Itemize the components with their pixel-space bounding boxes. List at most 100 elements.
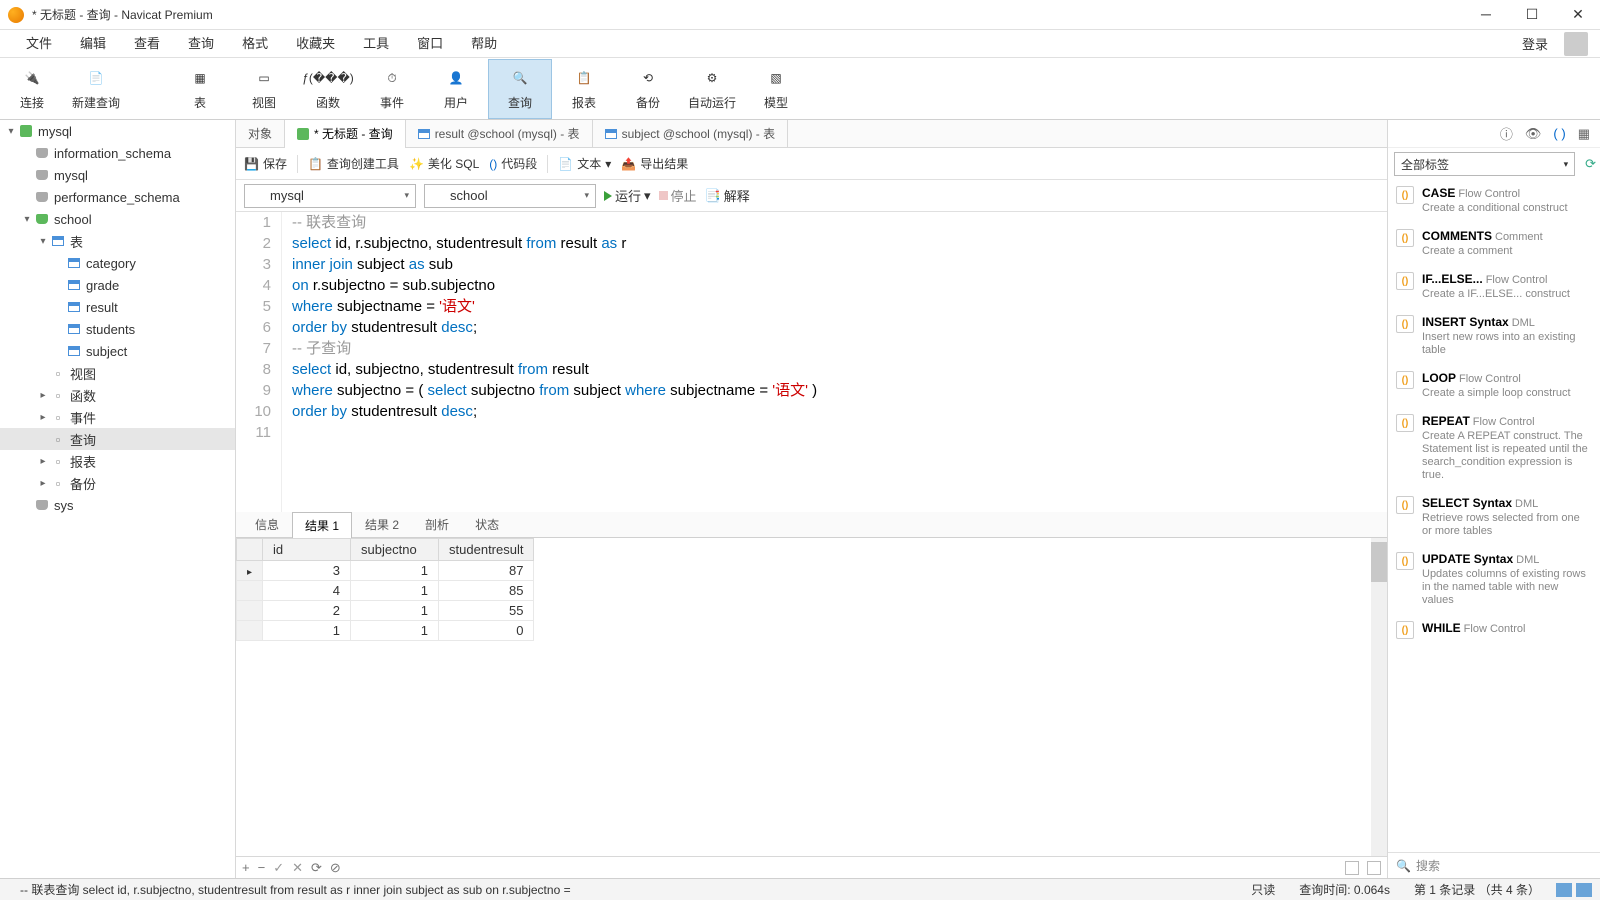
column-header[interactable]: id: [263, 539, 351, 561]
refresh-button[interactable]: ⟳: [311, 860, 322, 876]
menu-item[interactable]: 文件: [12, 30, 66, 58]
snippet-item[interactable]: () LOOPFlow Control Create a simple loop…: [1388, 365, 1600, 408]
tree-item[interactable]: ▸▫事件: [0, 406, 235, 428]
tree-item[interactable]: ▾school: [0, 208, 235, 230]
toolbar-plug[interactable]: 🔌连接: [0, 59, 64, 119]
tree-item[interactable]: students: [0, 318, 235, 340]
result-tab[interactable]: 状态: [462, 511, 512, 537]
form-view-icon[interactable]: [1367, 861, 1381, 875]
connection-dropdown[interactable]: mysql▾: [244, 184, 416, 208]
braces-icon[interactable]: ( ): [1553, 126, 1565, 141]
document-tab[interactable]: subject @school (mysql) - 表: [593, 120, 789, 148]
result-tab[interactable]: 结果 2: [352, 511, 412, 537]
tree-item[interactable]: ▸▫函数: [0, 384, 235, 406]
maximize-button[interactable]: ☐: [1518, 6, 1546, 23]
menu-item[interactable]: 窗口: [403, 30, 457, 58]
table-row[interactable]: 3187: [237, 561, 534, 581]
snippet-item[interactable]: () UPDATE SyntaxDML Updates columns of e…: [1388, 546, 1600, 615]
snippet-item[interactable]: () IF...ELSE...Flow Control Create a IF.…: [1388, 266, 1600, 309]
cancel-button[interactable]: ✕: [292, 860, 303, 876]
document-tab[interactable]: * 无标题 - 查询: [285, 120, 406, 148]
toolbar-auto[interactable]: ⚙自动运行: [680, 59, 744, 119]
stop-button[interactable]: 停止: [659, 186, 697, 205]
tree-item[interactable]: category: [0, 252, 235, 274]
table-row[interactable]: 110: [237, 621, 534, 641]
login-button[interactable]: 登录: [1512, 34, 1558, 53]
connection-tree[interactable]: ▾mysqlinformation_schemamysqlperformance…: [0, 120, 236, 878]
stop-button[interactable]: ⊘: [330, 860, 341, 876]
apply-button[interactable]: ✓: [273, 860, 284, 876]
toolbar-query[interactable]: 🔍查询: [488, 59, 552, 119]
toolbar-table[interactable]: ▦表: [168, 59, 232, 119]
result-tab[interactable]: 剖析: [412, 511, 462, 537]
eye-icon[interactable]: 👁: [1525, 126, 1542, 142]
snippet-item[interactable]: () INSERT SyntaxDML Insert new rows into…: [1388, 309, 1600, 365]
toolbar-clock[interactable]: ⏱事件: [360, 59, 424, 119]
column-header[interactable]: studentresult: [439, 539, 534, 561]
close-button[interactable]: ✕: [1564, 6, 1592, 23]
tree-item[interactable]: ▾表: [0, 230, 235, 252]
tree-item[interactable]: grade: [0, 274, 235, 296]
tag-filter-dropdown[interactable]: 全部标签▾: [1394, 152, 1575, 176]
snippet-item[interactable]: () COMMENTSComment Create a comment: [1388, 223, 1600, 266]
menu-item[interactable]: 工具: [349, 30, 403, 58]
toolbar-report[interactable]: 📋报表: [552, 59, 616, 119]
save-button[interactable]: 💾 保存: [244, 155, 287, 172]
tree-item[interactable]: sys: [0, 494, 235, 516]
statusbar-panel-right-icon[interactable]: [1576, 883, 1592, 897]
toolbar-new-query[interactable]: 📄新建查询: [64, 59, 128, 119]
vertical-scrollbar[interactable]: [1371, 538, 1387, 856]
code-content[interactable]: -- 联表查询select id, r.subjectno, studentre…: [282, 212, 817, 512]
explain-button[interactable]: 📑 解释: [705, 186, 750, 205]
menu-item[interactable]: 收藏夹: [282, 30, 349, 58]
result-tab[interactable]: 结果 1: [292, 512, 352, 538]
statusbar-panel-left-icon[interactable]: [1556, 883, 1572, 897]
refresh-snippets-icon[interactable]: ⟳: [1585, 156, 1596, 172]
snippet-item[interactable]: () CASEFlow Control Create a conditional…: [1388, 180, 1600, 223]
minimize-button[interactable]: ─: [1472, 6, 1500, 23]
result-grid[interactable]: idsubjectnostudentresult318741852155110: [236, 538, 534, 641]
tree-item[interactable]: ▸▫备份: [0, 472, 235, 494]
code-snippet-button[interactable]: () 代码段: [489, 155, 537, 172]
menu-item[interactable]: 格式: [228, 30, 282, 58]
sql-editor[interactable]: 1234567891011 -- 联表查询select id, r.subjec…: [236, 212, 1387, 512]
snippet-item[interactable]: () WHILEFlow Control: [1388, 615, 1600, 645]
document-tab[interactable]: result @school (mysql) - 表: [406, 120, 593, 148]
snippet-search[interactable]: 🔍 搜索: [1388, 852, 1600, 878]
info-icon[interactable]: ⓘ: [1500, 124, 1513, 143]
snippet-item[interactable]: () REPEATFlow Control Create A REPEAT co…: [1388, 408, 1600, 490]
toolbar-fx[interactable]: ƒ(���)函数: [296, 59, 360, 119]
menu-item[interactable]: 帮助: [457, 30, 511, 58]
toolbar-user[interactable]: 👤用户: [424, 59, 488, 119]
add-row-button[interactable]: +: [242, 860, 250, 875]
tree-item[interactable]: information_schema: [0, 142, 235, 164]
table-row[interactable]: 2155: [237, 601, 534, 621]
database-dropdown[interactable]: school▾: [424, 184, 596, 208]
beautify-sql-button[interactable]: ✨ 美化 SQL: [409, 155, 479, 172]
tree-item[interactable]: ▫视图: [0, 362, 235, 384]
tree-item[interactable]: performance_schema: [0, 186, 235, 208]
export-result-button[interactable]: 📤 导出结果: [621, 155, 688, 172]
table-row[interactable]: 4185: [237, 581, 534, 601]
query-builder-button[interactable]: 📋 查询创建工具: [308, 155, 399, 172]
tree-item[interactable]: mysql: [0, 164, 235, 186]
toolbar-backup[interactable]: ⟲备份: [616, 59, 680, 119]
menu-item[interactable]: 查询: [174, 30, 228, 58]
snippet-list[interactable]: () CASEFlow Control Create a conditional…: [1388, 180, 1600, 852]
grid-icon[interactable]: ▦: [1578, 126, 1590, 142]
document-tab[interactable]: 对象: [236, 120, 285, 148]
avatar-icon[interactable]: [1564, 32, 1588, 56]
tree-item[interactable]: ▸▫报表: [0, 450, 235, 472]
menu-item[interactable]: 编辑: [66, 30, 120, 58]
tree-item[interactable]: result: [0, 296, 235, 318]
tree-item[interactable]: ▫查询: [0, 428, 235, 450]
tree-item[interactable]: ▾mysql: [0, 120, 235, 142]
column-header[interactable]: subjectno: [351, 539, 439, 561]
toolbar-model[interactable]: ▧模型: [744, 59, 808, 119]
run-button[interactable]: 运行 ▾: [604, 186, 651, 205]
toolbar-view[interactable]: ▭视图: [232, 59, 296, 119]
text-button[interactable]: 📄 文本 ▾: [558, 155, 611, 172]
grid-view-icon[interactable]: [1345, 861, 1359, 875]
tree-item[interactable]: subject: [0, 340, 235, 362]
snippet-item[interactable]: () SELECT SyntaxDML Retrieve rows select…: [1388, 490, 1600, 546]
